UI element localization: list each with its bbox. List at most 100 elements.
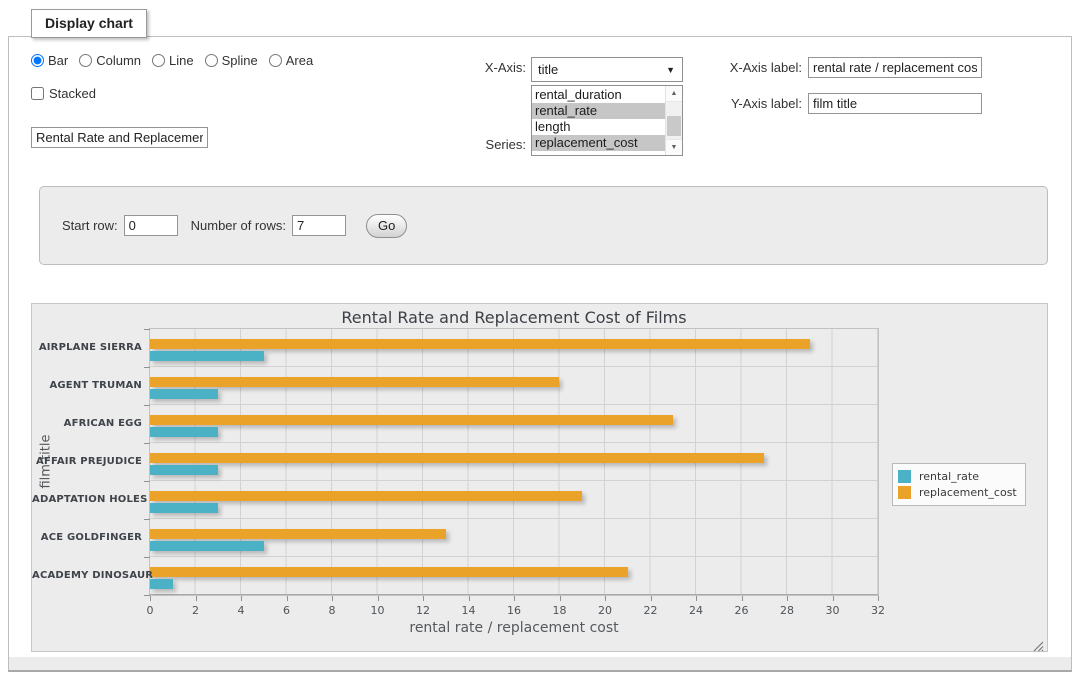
radio-bar[interactable] xyxy=(31,54,44,67)
x-tick-label: 14 xyxy=(462,604,476,617)
category-label: AIRPLANE SIERRA xyxy=(32,342,142,353)
radio-column[interactable] xyxy=(79,54,92,67)
bar-rental_rate xyxy=(150,351,264,361)
x-tick-label: 6 xyxy=(283,604,290,617)
x-tick-label: 0 xyxy=(147,604,154,617)
number-of-rows-label: Number of rows: xyxy=(191,218,286,233)
x-tick-label: 26 xyxy=(735,604,749,617)
series-option-rental_duration[interactable]: rental_duration xyxy=(532,87,665,103)
category-label: ADAPTATION HOLES xyxy=(32,494,142,505)
stacked-label: Stacked xyxy=(49,86,96,101)
chart-title: Rental Rate and Replacement Cost of Film… xyxy=(150,308,878,327)
x-tick xyxy=(833,596,834,601)
x-tick xyxy=(378,596,379,601)
legend-item: replacement_cost xyxy=(898,486,1017,499)
x-axis-label-input[interactable] xyxy=(808,57,982,78)
x-tick xyxy=(514,596,515,601)
x-tick xyxy=(150,596,151,601)
scrollbar-thumb[interactable] xyxy=(667,116,681,136)
stacked-checkbox[interactable] xyxy=(31,87,44,100)
radio-line[interactable] xyxy=(152,54,165,67)
chart-type-radio-group: Bar Column Line Spline Area xyxy=(31,53,313,68)
radio-label: Area xyxy=(286,53,313,68)
x-tick xyxy=(287,596,288,601)
bar-replacement_cost xyxy=(150,415,673,425)
x-tick-label: 2 xyxy=(192,604,199,617)
x-tick xyxy=(423,596,424,601)
chart-type-radio-column[interactable]: Column xyxy=(79,53,141,68)
y-tick xyxy=(144,519,150,520)
scroll-up-icon[interactable]: ▲ xyxy=(666,86,682,102)
x-tick-label: 20 xyxy=(598,604,612,617)
x-tick-label: 12 xyxy=(416,604,430,617)
chart-type-radio-area[interactable]: Area xyxy=(269,53,313,68)
chart-type-radio-bar[interactable]: Bar xyxy=(31,53,68,68)
bar-replacement_cost xyxy=(150,339,810,349)
start-row-label: Start row: xyxy=(62,218,118,233)
category-label: AFRICAN EGG xyxy=(32,418,142,429)
series-options: rental_durationrental_ratelengthreplacem… xyxy=(532,87,665,151)
x-axis-select[interactable]: title ▼ xyxy=(531,57,683,82)
go-button[interactable]: Go xyxy=(366,214,407,238)
category-label: ACADEMY DINOSAUR xyxy=(32,570,142,581)
resize-handle-icon[interactable] xyxy=(1033,637,1044,648)
x-tick-label: 10 xyxy=(371,604,385,617)
rows-panel: Start row: Number of rows: Go xyxy=(39,186,1048,265)
series-option-rental_rate[interactable]: rental_rate xyxy=(532,103,665,119)
series-option-replacement_cost[interactable]: replacement_cost xyxy=(532,135,665,151)
y-tick xyxy=(144,481,150,482)
bar-replacement_cost xyxy=(150,453,764,463)
radio-label: Spline xyxy=(222,53,258,68)
chart-panel: Rental Rate and Replacement Cost of Film… xyxy=(31,303,1048,652)
legend-item: rental_rate xyxy=(898,470,1017,483)
series-option-length[interactable]: length xyxy=(532,119,665,135)
x-tick xyxy=(787,596,788,601)
chart-title-input[interactable] xyxy=(31,127,208,148)
x-tick xyxy=(742,596,743,601)
x-axis-title: rental rate / replacement cost xyxy=(150,620,878,636)
legend-swatch-rental-rate xyxy=(898,470,911,483)
radio-label: Line xyxy=(169,53,194,68)
y-tick xyxy=(144,557,150,558)
chart-type-radio-line[interactable]: Line xyxy=(152,53,194,68)
radio-spline[interactable] xyxy=(205,54,218,67)
stacked-checkbox-row[interactable]: Stacked xyxy=(31,86,96,101)
chevron-down-icon: ▼ xyxy=(666,59,675,82)
display-chart-fieldset: Display chart BarColumnLineSplineArea St… xyxy=(8,36,1072,672)
x-tick-label: 28 xyxy=(780,604,794,617)
category-label: AGENT TRUMAN xyxy=(32,380,142,391)
bar-rental_rate xyxy=(150,579,173,589)
x-tick xyxy=(196,596,197,601)
series-multiselect[interactable]: rental_durationrental_ratelengthreplacem… xyxy=(531,85,683,156)
x-tick xyxy=(332,596,333,601)
bar-rental_rate xyxy=(150,465,218,475)
x-tick xyxy=(560,596,561,601)
y-tick xyxy=(144,329,150,330)
series-list-label: Series: xyxy=(449,137,526,152)
chart-type-radio-spline[interactable]: Spline xyxy=(205,53,258,68)
x-tick-label: 24 xyxy=(689,604,703,617)
x-tick xyxy=(696,596,697,601)
category-label: AFFAIR PREJUDICE xyxy=(32,456,142,467)
scrollbar[interactable]: ▲ ▼ xyxy=(665,86,682,155)
x-tick-label: 16 xyxy=(507,604,521,617)
x-tick-label: 4 xyxy=(238,604,245,617)
radio-area[interactable] xyxy=(269,54,282,67)
bar-rental_rate xyxy=(150,427,218,437)
x-tick-label: 22 xyxy=(644,604,658,617)
y-axis-label-input[interactable] xyxy=(808,93,982,114)
x-tick-label: 8 xyxy=(329,604,336,617)
y-axis-label-label: Y-Axis label: xyxy=(699,96,802,111)
start-row-input[interactable] xyxy=(124,215,178,236)
legend-swatch-replacement-cost xyxy=(898,486,911,499)
footer-strip xyxy=(9,657,1071,670)
x-tick xyxy=(651,596,652,601)
x-axis-select-label: X-Axis: xyxy=(449,60,526,75)
bar-replacement_cost xyxy=(150,567,628,577)
x-tick-label: 32 xyxy=(871,604,885,617)
x-tick xyxy=(878,596,879,601)
bar-rental_rate xyxy=(150,389,218,399)
y-tick xyxy=(144,367,150,368)
scroll-down-icon[interactable]: ▼ xyxy=(666,139,682,155)
number-of-rows-input[interactable] xyxy=(292,215,346,236)
